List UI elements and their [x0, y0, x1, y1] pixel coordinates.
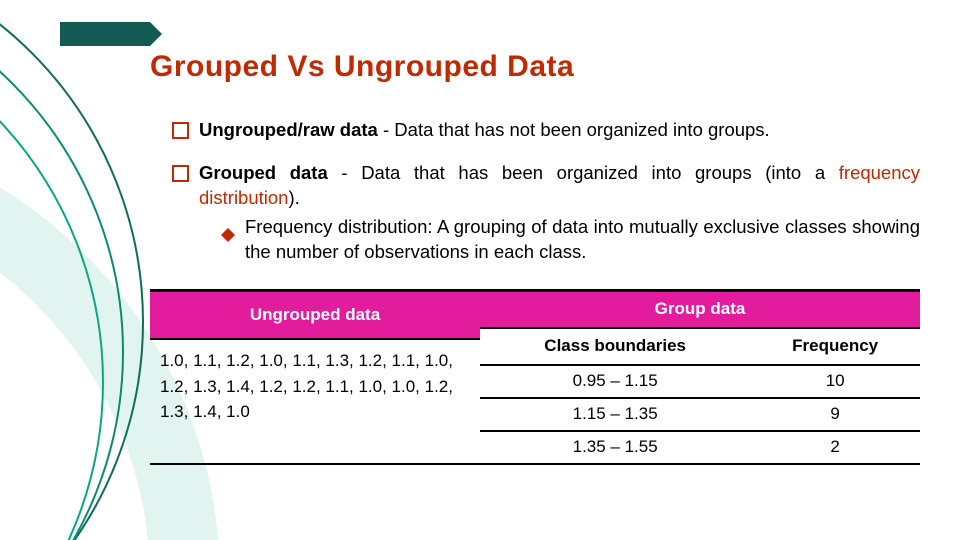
square-bullet-icon [172, 165, 189, 182]
class-cell: 1.15 – 1.35 [480, 398, 750, 431]
bullet-grouped-term: Grouped data [199, 162, 328, 183]
bullet-grouped-def-a: - Data that has been organized into grou… [328, 162, 839, 183]
class-cell: 1.35 – 1.55 [480, 431, 750, 464]
slide-body: Ungrouped/raw data - Data that has not b… [150, 118, 920, 465]
bullet-grouped-text: Grouped data - Data that has been organi… [199, 161, 920, 265]
bullet-grouped-def-b: ). [288, 187, 299, 208]
diamond-bullet-icon [221, 221, 235, 235]
bullet-grouped: Grouped data - Data that has been organi… [150, 161, 920, 265]
ungrouped-table-cell: 1.0, 1.1, 1.2, 1.0, 1.1, 1.3, 1.2, 1.1, … [150, 339, 480, 463]
grouped-table-header: Group data [480, 290, 920, 327]
class-cell: 0.95 – 1.15 [480, 365, 750, 398]
table-row: 1.35 – 1.55 2 [480, 431, 920, 464]
slide-content: Grouped Vs Ungrouped Data Ungrouped/raw … [150, 50, 920, 520]
table-row: 0.95 – 1.15 10 [480, 365, 920, 398]
freq-cell: 9 [750, 398, 920, 431]
grouped-col-frequency: Frequency [750, 328, 920, 365]
table-row: 1.15 – 1.35 9 [480, 398, 920, 431]
square-bullet-icon [172, 122, 189, 139]
grouped-table: Group data Class boundaries Frequency 0.… [480, 289, 920, 465]
grouped-col-class: Class boundaries [480, 328, 750, 365]
title-arrow-decoration [60, 22, 150, 46]
bullet-ungrouped-text: Ungrouped/raw data - Data that has not b… [199, 118, 920, 143]
tables-container: Ungrouped data 1.0, 1.1, 1.2, 1.0, 1.1, … [150, 289, 920, 465]
slide-title: Grouped Vs Ungrouped Data [150, 50, 920, 84]
freq-cell: 2 [750, 431, 920, 464]
ungrouped-table-header: Ungrouped data [150, 290, 480, 339]
bullet-ungrouped-term: Ungrouped/raw data [199, 119, 378, 140]
freq-cell: 10 [750, 365, 920, 398]
sub-bullet-text: Frequency distribution: A grouping of da… [245, 215, 920, 265]
bullet-ungrouped-def: - Data that has not been organized into … [378, 119, 770, 140]
sub-bullet-freq-dist: Frequency distribution: A grouping of da… [199, 215, 920, 265]
bullet-ungrouped: Ungrouped/raw data - Data that has not b… [150, 118, 920, 143]
ungrouped-table: Ungrouped data 1.0, 1.1, 1.2, 1.0, 1.1, … [150, 289, 480, 465]
